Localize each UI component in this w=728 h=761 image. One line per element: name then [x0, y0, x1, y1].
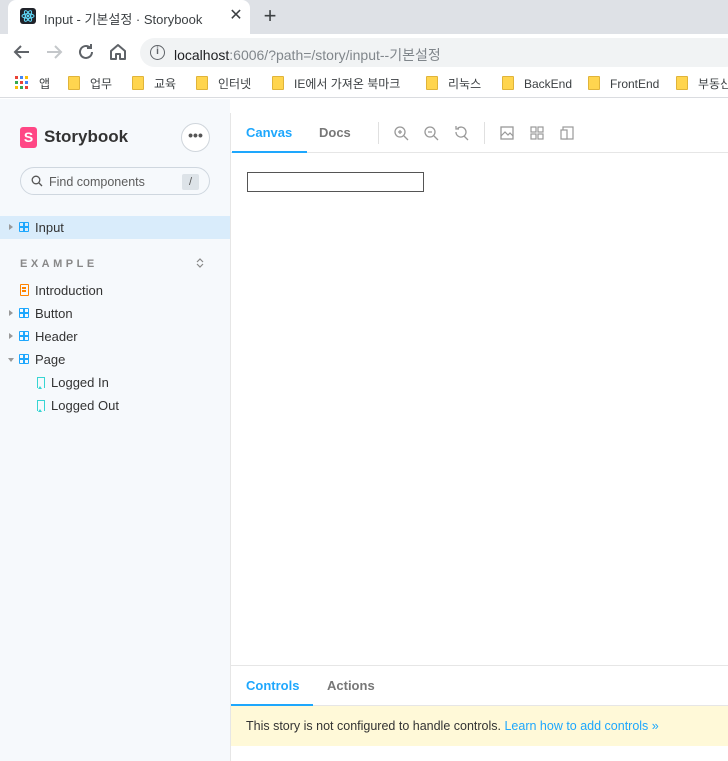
bookmark-folder[interactable]: FrontEnd	[588, 75, 659, 93]
apps-grid-icon	[15, 76, 29, 90]
storybook-logo-icon: S	[20, 126, 37, 148]
sidebar-item-logged-in[interactable]: Logged In	[0, 371, 230, 394]
component-icon	[19, 354, 29, 364]
bookmark-folder[interactable]: 인터넷	[196, 75, 251, 93]
reload-icon[interactable]	[74, 40, 98, 64]
preview-toolbar: Canvas Docs	[231, 113, 728, 154]
folder-icon	[196, 76, 208, 90]
grid-icon[interactable]	[529, 125, 545, 141]
component-icon	[19, 222, 29, 232]
notice-text: This story is not configured to handle c…	[246, 719, 505, 733]
tab-canvas[interactable]: Canvas	[231, 113, 308, 154]
search-icon	[31, 175, 43, 187]
home-icon[interactable]	[106, 40, 130, 64]
sidebar-item-label: Button	[35, 306, 73, 321]
bookmark-story-icon	[37, 400, 45, 412]
more-menu-button[interactable]: •••	[181, 123, 210, 152]
url-text[interactable]: localhost:6006/?path=/story/input--기본설정	[174, 45, 441, 65]
caret-down-icon[interactable]	[8, 358, 14, 362]
tab-actions[interactable]: Actions	[327, 666, 375, 706]
browser-toolbar: i localhost:6006/?path=/story/input--기본설…	[0, 34, 728, 70]
caret-right-icon[interactable]	[9, 333, 13, 339]
browser-tab-strip: Input - 기본설정 · Storybook ✕ +	[0, 0, 728, 34]
preview-panel: Canvas Docs Controls Actions This story …	[230, 113, 728, 761]
tab-docs[interactable]: Docs	[319, 113, 351, 153]
bookmark-folder[interactable]: IE에서 가져온 북마크	[272, 75, 400, 93]
bookmark-folder[interactable]: 업무	[68, 75, 112, 93]
bookmark-label: FrontEnd	[610, 77, 660, 91]
sidebar-item-introduction[interactable]: Introduction	[0, 279, 230, 302]
viewport-icon[interactable]	[559, 125, 575, 141]
bookmark-label: 교육	[154, 77, 177, 91]
zoom-in-icon[interactable]	[393, 125, 409, 141]
zoom-reset-icon[interactable]	[453, 125, 469, 141]
search-box[interactable]: /	[20, 167, 210, 195]
bookmark-label: 앱	[39, 77, 51, 91]
bookmark-label: 업무	[90, 77, 113, 91]
addons-panel: Controls Actions This story is not confi…	[230, 665, 728, 761]
sidebar-item-label: Logged In	[51, 375, 109, 390]
caret-right-icon[interactable]	[9, 224, 13, 230]
react-favicon-icon	[20, 8, 36, 24]
bookmark-label: 인터넷	[218, 77, 252, 91]
document-icon	[20, 284, 29, 296]
story-canvas	[231, 153, 728, 665]
folder-icon	[68, 76, 80, 90]
new-tab-button[interactable]: +	[258, 5, 282, 29]
sidebar-item-page[interactable]: Page	[0, 348, 230, 371]
bookmark-folder[interactable]: 부동산	[676, 75, 728, 93]
search-shortcut-badge: /	[182, 174, 199, 190]
sidebar-item-label: Logged Out	[51, 398, 119, 413]
bookmark-label: IE에서 가져온 북마크	[294, 77, 401, 91]
folder-icon	[502, 76, 514, 90]
bookmark-apps[interactable]: 앱	[15, 75, 50, 93]
background-icon[interactable]	[499, 125, 515, 141]
storybook-sidebar: S Storybook ••• / Input EXAMPLE Introduc…	[0, 99, 230, 761]
bookmark-story-icon	[37, 377, 45, 389]
storybook-logo-text: Storybook	[44, 127, 129, 146]
sidebar-item-input[interactable]: Input	[0, 216, 230, 239]
group-header-example[interactable]: EXAMPLE	[20, 258, 98, 270]
caret-right-icon[interactable]	[9, 310, 13, 316]
toolbar-divider	[378, 122, 379, 144]
close-tab-icon[interactable]: ✕	[226, 6, 246, 26]
zoom-out-icon[interactable]	[423, 125, 439, 141]
component-icon	[19, 308, 29, 318]
bookmark-folder[interactable]: 교육	[132, 75, 176, 93]
folder-icon	[132, 76, 144, 90]
bookmark-label: 리눅스	[448, 77, 482, 91]
toolbar-divider	[484, 122, 485, 144]
bookmark-label: 부동산	[698, 77, 728, 91]
addons-tab-bar: Controls Actions	[230, 666, 728, 707]
sidebar-item-label: Input	[35, 220, 64, 235]
address-bar[interactable]: i localhost:6006/?path=/story/input--기본설…	[140, 38, 728, 67]
sidebar-item-label: Page	[35, 352, 66, 367]
expand-collapse-icon[interactable]	[195, 257, 205, 270]
bookmark-label: BackEnd	[524, 77, 573, 91]
bookmark-folder[interactable]: BackEnd	[502, 75, 572, 93]
tab-controls[interactable]: Controls	[230, 666, 315, 707]
folder-icon	[676, 76, 688, 90]
search-input[interactable]	[49, 173, 189, 191]
sidebar-item-label: Introduction	[35, 283, 103, 298]
sidebar-item-header[interactable]: Header	[0, 325, 230, 348]
back-arrow-icon[interactable]	[10, 40, 34, 64]
folder-icon	[588, 76, 600, 90]
component-icon	[19, 331, 29, 341]
bookmark-folder[interactable]: 리눅스	[426, 75, 481, 93]
sidebar-item-logged-out[interactable]: Logged Out	[0, 394, 230, 417]
site-info-icon[interactable]: i	[150, 45, 165, 60]
bookmarks-bar: 앱 업무 교육 인터넷 IE에서 가져온 북마크 리눅스 BackEnd Fro…	[0, 70, 728, 98]
browser-tab[interactable]: Input - 기본설정 · Storybook ✕	[8, 0, 250, 34]
tab-title: Input - 기본설정 · Storybook	[44, 12, 203, 27]
story-input-field[interactable]	[247, 172, 424, 192]
sidebar-item-button[interactable]: Button	[0, 302, 230, 325]
folder-icon	[426, 76, 438, 90]
folder-icon	[272, 76, 284, 90]
forward-arrow-icon[interactable]	[42, 40, 66, 64]
controls-notice: This story is not configured to handle c…	[231, 706, 728, 746]
sidebar-item-label: Header	[35, 329, 78, 344]
learn-controls-link[interactable]: Learn how to add controls »	[504, 719, 658, 733]
storybook-logo[interactable]: S Storybook	[20, 126, 128, 148]
